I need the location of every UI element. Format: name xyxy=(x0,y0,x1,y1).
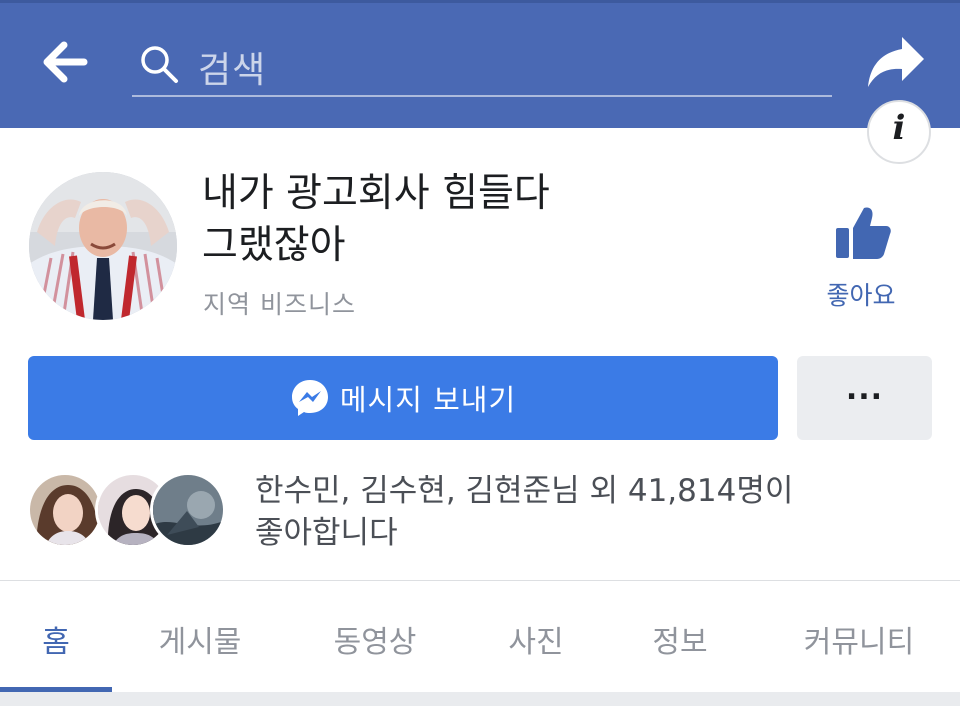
search-placeholder: 검색 xyxy=(198,50,267,91)
more-options-button[interactable]: ... xyxy=(797,356,932,440)
more-icon: ... xyxy=(845,372,884,407)
arrow-left-icon xyxy=(43,41,88,83)
tab-label: 정보 xyxy=(652,625,708,660)
content-background xyxy=(0,692,960,706)
share-button[interactable] xyxy=(862,33,928,91)
tab-label: 홈 xyxy=(42,625,70,660)
tab-home[interactable]: 홈 xyxy=(0,581,112,691)
page-tabs: 홈 게시물 동영상 사진 정보 커뮤니티 xyxy=(0,581,960,691)
friends-like-line1: 한수민, 김수현, 김현준님 외 41,814명이 xyxy=(255,473,794,509)
tab-label: 동영상 xyxy=(333,625,417,660)
friends-like-line2: 좋아합니다 xyxy=(255,515,398,551)
send-message-label: 메시지 보내기 xyxy=(339,383,517,417)
info-icon: i xyxy=(892,108,906,148)
friend-avatar[interactable] xyxy=(27,472,103,548)
share-arrow-icon xyxy=(868,37,924,87)
info-button[interactable]: i xyxy=(867,100,931,164)
tab-label: 사진 xyxy=(508,625,564,660)
tab-about[interactable]: 정보 xyxy=(630,581,730,691)
search-icon xyxy=(141,46,178,83)
back-button[interactable] xyxy=(40,39,92,85)
tab-photos[interactable]: 사진 xyxy=(486,581,586,691)
tab-label: 커뮤니티 xyxy=(803,625,915,660)
friend-avatar[interactable] xyxy=(150,472,226,548)
page-title: 내가 광고회사 힘들다 그랬잖아 xyxy=(202,168,762,272)
tab-posts[interactable]: 게시물 xyxy=(140,581,260,691)
send-message-button[interactable]: 메시지 보내기 xyxy=(28,356,778,440)
messenger-icon xyxy=(291,380,328,416)
tab-community[interactable]: 커뮤니티 xyxy=(776,581,942,691)
like-label: 좋아요 xyxy=(826,281,896,310)
page-avatar[interactable] xyxy=(29,172,177,320)
page-title-line1: 내가 광고회사 힘들다 xyxy=(202,171,550,216)
search-input[interactable]: 검색 xyxy=(132,31,832,97)
tab-videos[interactable]: 동영상 xyxy=(312,581,438,691)
like-button[interactable]: 좋아요 xyxy=(806,200,916,312)
top-navigation-bar: 검색 xyxy=(0,0,960,128)
page-category[interactable]: 지역 비즈니스 xyxy=(203,285,356,321)
page-title-line2: 그랬잖아 xyxy=(202,223,346,268)
tab-label: 게시물 xyxy=(158,625,242,660)
friends-like-text[interactable]: 한수민, 김수현, 김현준님 외 41,814명이 좋아합니다 xyxy=(255,470,875,554)
thumbs-up-icon xyxy=(836,207,891,259)
